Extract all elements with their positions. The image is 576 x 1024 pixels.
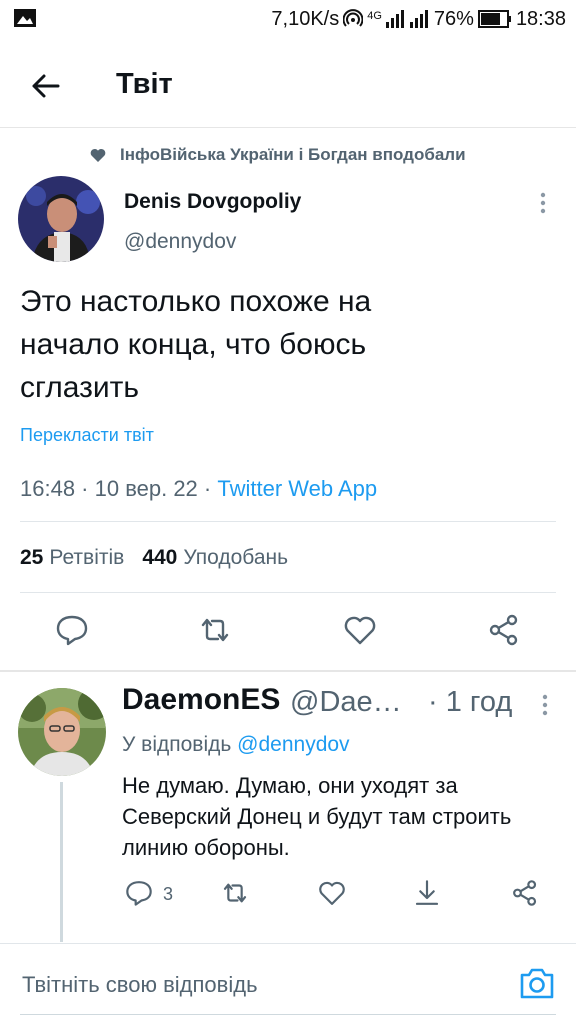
battery-percent: 76% (433, 7, 474, 30)
tweet-source-link[interactable]: Twitter Web App (217, 476, 377, 501)
author-display-name[interactable]: Denis Dovgopoliy (124, 190, 301, 214)
tweet-timestamp: 16:48 · 10 вер. 22 · (20, 476, 218, 501)
social-context[interactable]: ІнфоВійська України і Богдан вподобали (90, 145, 466, 165)
reply-action-bar (0, 878, 576, 912)
author-handle[interactable]: @dennydov (124, 230, 236, 254)
reply-text-line: Северский Донец и будут там строить (122, 804, 512, 829)
avatar-photo (18, 688, 106, 776)
reply-author-avatar[interactable] (18, 688, 106, 776)
reply-author-handle[interactable]: @Dae… (290, 686, 402, 719)
divider (20, 592, 556, 593)
retweets-stat[interactable]: 25 Ретвітів (20, 546, 124, 570)
more-options-icon[interactable] (532, 190, 554, 216)
retweet-icon[interactable] (220, 878, 250, 908)
camera-icon[interactable] (518, 964, 556, 1002)
reply-author-display-name[interactable]: DaemonES (122, 683, 280, 717)
likes-label: Уподобань (183, 546, 289, 569)
reply-timestamp: · 1 год (428, 686, 513, 718)
likes-count: 440 (142, 546, 178, 569)
section-separator (0, 670, 576, 672)
download-icon[interactable] (412, 878, 442, 908)
like-icon[interactable] (342, 612, 378, 648)
tweet-metadata: 16:48 · 10 вер. 22 · Twitter Web App (20, 476, 377, 502)
tweet-text-line: сглазить (20, 371, 140, 404)
reply-text: Не думаю. Думаю, они уходят за Северский… (122, 770, 562, 863)
image-notification-icon (14, 9, 36, 27)
hotspot-icon (343, 9, 364, 27)
reply-text-line: линию обороны. (122, 835, 290, 860)
page-title: Твіт (116, 68, 173, 100)
top-app-bar: Твіт (0, 44, 576, 128)
share-icon[interactable] (510, 878, 540, 908)
tweet-stats: 25 Ретвітів 440 Уподобань (20, 546, 288, 570)
translate-tweet-link[interactable]: Перекласти твіт (20, 425, 154, 446)
clock: 18:38 (515, 7, 566, 30)
reply-icon[interactable] (54, 612, 90, 648)
heart-filled-icon (90, 148, 106, 162)
tweet-text-line: Это настолько похоже на (20, 285, 372, 318)
share-icon[interactable] (486, 612, 522, 648)
retweet-icon[interactable] (197, 612, 233, 648)
network-type: 4G (367, 10, 382, 22)
retweets-label: Ретвітів (49, 546, 125, 569)
likes-stat[interactable]: 440 Уподобань (142, 546, 288, 570)
avatar-photo (18, 176, 104, 262)
signal-icon-2 (409, 10, 428, 28)
battery-icon (477, 10, 511, 28)
like-icon[interactable] (317, 878, 347, 908)
author-avatar[interactable] (18, 176, 104, 262)
replying-to-mention[interactable]: @dennydov (237, 733, 349, 756)
tweet-action-bar (0, 612, 576, 652)
thread-line (60, 782, 63, 942)
social-context-text: ІнфоВійська України і Богдан вподобали (120, 145, 466, 164)
reply-icon[interactable] (124, 878, 154, 908)
replying-to: У відповідь @dennydov (122, 733, 350, 757)
tweet-text: Это настолько похоже на начало конца, чт… (20, 280, 550, 409)
signal-icon-1 (385, 10, 404, 28)
divider (20, 521, 556, 522)
compose-separator (0, 943, 576, 944)
reply-text-line: Не думаю. Думаю, они уходят за (122, 773, 458, 798)
compose-underline (20, 1014, 556, 1015)
retweets-count: 25 (20, 546, 44, 569)
reply-count: 3 (163, 884, 174, 904)
network-speed: 7,10K/s (271, 7, 340, 30)
status-bar: 7,10K/s 4G 76% 18:38 (0, 0, 576, 40)
reply-compose-input[interactable]: Твітніть свою відповідь (22, 972, 258, 998)
more-options-icon[interactable] (534, 692, 556, 718)
tweet-text-line: начало конца, что боюсь (20, 328, 367, 361)
replying-to-prefix: У відповідь (122, 733, 238, 756)
back-arrow-icon[interactable] (28, 68, 64, 104)
